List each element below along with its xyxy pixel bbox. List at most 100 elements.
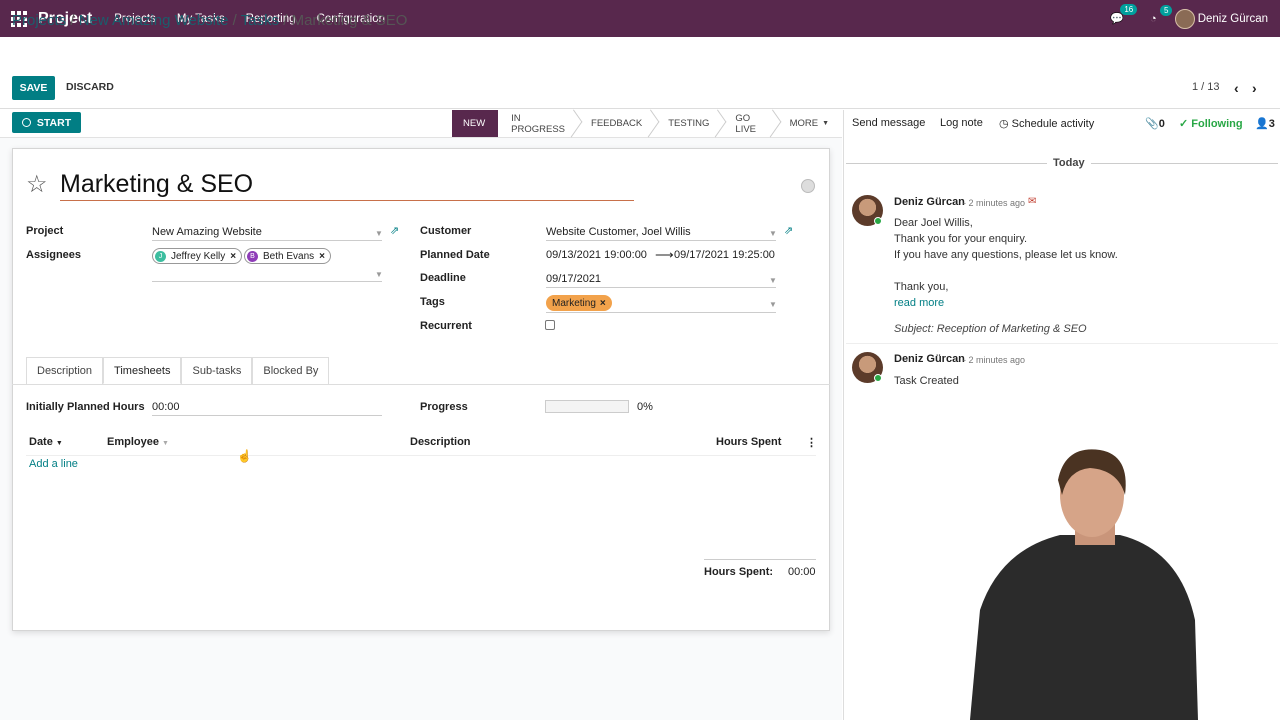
stage-go-live[interactable]: GO LIVE (722, 110, 776, 137)
message-author[interactable]: Deniz Gürcan (894, 196, 965, 208)
attachments-button[interactable]: 📎0 (1145, 117, 1165, 130)
total-hours-value: 00:00 (788, 566, 816, 578)
pager-value[interactable]: 1 / 13 (1192, 81, 1220, 93)
notebook-tabs: Description Timesheets Sub-tasks Blocked… (26, 357, 330, 384)
breadcrumb-current: Marketing & SEO (291, 12, 408, 29)
stage-more[interactable]: MORE ▼ (777, 110, 842, 137)
message-divider (846, 343, 1278, 344)
discard-button[interactable]: DISCARD (66, 81, 114, 93)
clock-icon: ◷ (999, 118, 1009, 130)
recurrent-checkbox[interactable] (545, 320, 555, 330)
breadcrumb-project[interactable]: New Amazing Website (79, 12, 229, 29)
online-status-icon (874, 374, 882, 382)
project-field[interactable]: New Amazing Website (152, 226, 262, 238)
message-author[interactable]: Deniz Gürcan (894, 353, 965, 365)
remove-icon[interactable]: × (600, 298, 606, 309)
tabs-divider (12, 384, 830, 385)
user-icon: 👤 (1255, 118, 1269, 130)
progress-value: 0% (637, 401, 653, 413)
attachments-count: 0 (1158, 118, 1165, 130)
stage-feedback[interactable]: FEEDBACK (578, 110, 655, 137)
message-line: Thank you, (894, 281, 949, 293)
add-line-link[interactable]: Add a line (29, 458, 78, 470)
log-note-button[interactable]: Log note (940, 117, 983, 129)
stage-in-progress[interactable]: IN PROGRESS (498, 110, 578, 137)
message-line: If you have any questions, please let us… (894, 249, 1118, 261)
remove-icon[interactable]: × (230, 251, 236, 262)
field-underline (546, 287, 776, 288)
message-subject: Subject: Reception of Marketing & SEO (894, 323, 1087, 335)
start-button[interactable]: START (12, 112, 81, 133)
task-title[interactable]: Marketing & SEO (60, 170, 253, 199)
assignee-tag[interactable]: J Jeffrey Kelly × (152, 248, 243, 264)
star-icon[interactable]: ☆ (26, 170, 48, 199)
message-time: - 2 minutes ago (963, 198, 1026, 208)
caret-down-icon[interactable]: ▼ (769, 229, 777, 238)
presenter-video-overlay (970, 449, 1198, 720)
pager-previous-icon[interactable]: ‹ (1234, 80, 1239, 96)
followers-count: 3 (1268, 118, 1275, 130)
field-underline (546, 240, 776, 241)
messaging-menu[interactable]: 💬 16 (1110, 4, 1138, 25)
progress-bar (545, 400, 629, 413)
user-avatar (1174, 8, 1195, 29)
external-link-icon[interactable]: ⇗ (784, 224, 793, 237)
column-date-label: Date (29, 436, 53, 448)
followers-button[interactable]: 👤3 (1255, 117, 1275, 130)
breadcrumb-projects[interactable]: Projects (12, 12, 66, 29)
save-button[interactable]: SAVE (12, 76, 55, 100)
planned-hours-label: Initially Planned Hours (26, 401, 145, 413)
message-line: Thank you for your enquiry. (894, 233, 1028, 245)
field-underline (152, 415, 382, 416)
caret-down-icon[interactable]: ▼ (375, 270, 383, 279)
kanban-state-icon[interactable] (801, 179, 815, 193)
external-link-icon[interactable]: ⇗ (390, 224, 399, 237)
schedule-activity-button[interactable]: ◷ Schedule activity (999, 117, 1094, 130)
tab-timesheets[interactable]: Timesheets (103, 357, 182, 384)
remove-icon[interactable]: × (319, 251, 325, 262)
breadcrumb-tasks[interactable]: Tasks (241, 12, 279, 29)
breadcrumb-separator: / (228, 12, 241, 29)
tab-sub-tasks[interactable]: Sub-tasks (181, 357, 253, 384)
read-more-link[interactable]: read more (894, 295, 1118, 311)
message-body: Dear Joel Willis, Thank you for your enq… (894, 215, 1118, 311)
activity-menu[interactable]: ◔ 5 (1150, 4, 1173, 25)
stage-new[interactable]: NEW (452, 110, 499, 137)
online-status-icon (874, 217, 882, 225)
following-button[interactable]: ✓ Following (1179, 117, 1243, 130)
tag-badge[interactable]: Marketing × (546, 295, 612, 311)
column-employee[interactable]: Employee ▼ (107, 436, 169, 448)
customer-label: Customer (420, 225, 472, 237)
arrow-right-icon: ⟶ (655, 247, 674, 262)
pager-next-icon[interactable]: › (1252, 80, 1257, 96)
play-circle-icon (21, 118, 31, 127)
column-hours-spent[interactable]: Hours Spent (716, 436, 781, 448)
field-underline (546, 312, 776, 313)
schedule-activity-label: Schedule activity (1011, 118, 1095, 130)
user-menu[interactable]: Deniz Gürcan (1174, 8, 1268, 29)
tab-blocked-by[interactable]: Blocked By (252, 357, 330, 384)
total-hours-label: Hours Spent: (704, 566, 774, 578)
deadline-field[interactable]: 09/17/2021 (546, 273, 601, 285)
planned-end-field[interactable]: 09/17/2021 19:25:00 (674, 249, 775, 261)
send-message-button[interactable]: Send message (852, 117, 925, 129)
column-description[interactable]: Description (410, 436, 471, 448)
optional-columns-icon[interactable]: ⋮ (806, 436, 817, 449)
user-name: Deniz Gürcan (1197, 12, 1268, 25)
sort-icon: ▼ (162, 440, 169, 447)
caret-down-icon[interactable]: ▼ (769, 300, 777, 309)
caret-down-icon[interactable]: ▼ (769, 276, 777, 285)
customer-field[interactable]: Website Customer, Joel Willis (546, 226, 691, 238)
systray: 💬 16 ◔ 5 Deniz Gürcan (1110, 0, 1280, 37)
assignees-input-underline[interactable] (152, 281, 382, 282)
project-label: Project (26, 225, 64, 237)
column-date[interactable]: Date ▼ (29, 436, 63, 448)
stage-testing[interactable]: TESTING (655, 110, 722, 137)
caret-down-icon[interactable]: ▼ (375, 229, 383, 238)
planned-start-field[interactable]: 09/13/2021 19:00:00 (546, 249, 647, 261)
planned-hours-field[interactable]: 00:00 (152, 401, 180, 413)
assignee-tag[interactable]: B Beth Evans × (244, 248, 331, 264)
tab-description[interactable]: Description (26, 357, 104, 384)
recurrent-label: Recurrent (420, 320, 472, 332)
paperclip-icon: 📎 (1145, 118, 1159, 130)
